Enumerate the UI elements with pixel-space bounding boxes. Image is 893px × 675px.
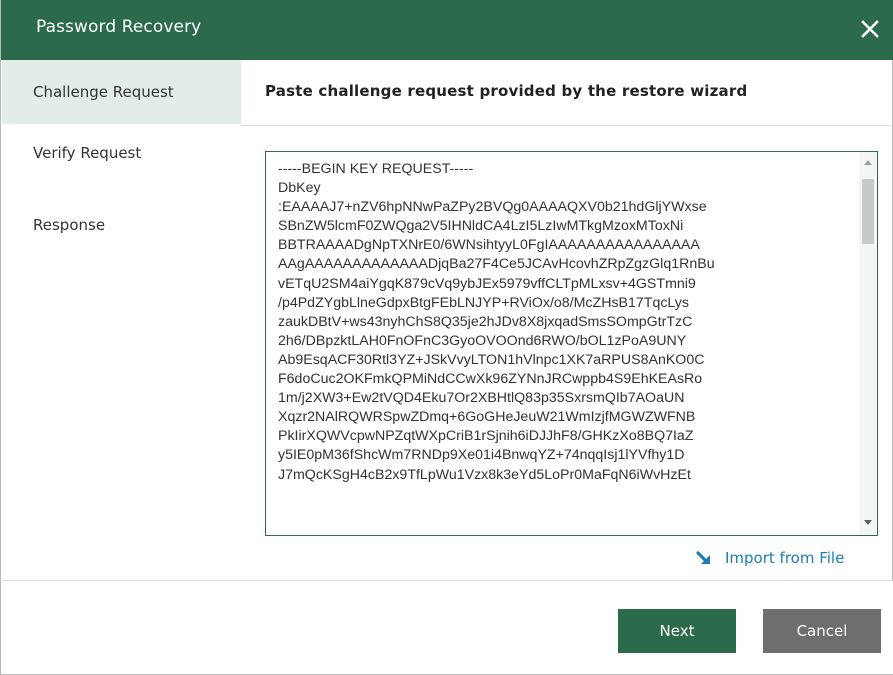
- active-step-indicator: [231, 79, 241, 103]
- sidebar-item-verify-request[interactable]: Verify Request: [2, 144, 241, 162]
- textarea-scrollbar[interactable]: [859, 152, 877, 535]
- scroll-up-arrow-icon[interactable]: [864, 160, 872, 165]
- window-title: Password Recovery: [36, 17, 202, 37]
- challenge-request-text[interactable]: -----BEGIN KEY REQUEST----- DbKey :EAAAA…: [278, 160, 856, 528]
- sidebar-item-label: Response: [33, 216, 106, 234]
- sidebar-item-response[interactable]: Response: [2, 216, 241, 234]
- wizard-steps-sidebar: Challenge Request Verify Request Respons…: [2, 60, 241, 580]
- scroll-thumb[interactable]: [862, 179, 874, 244]
- password-recovery-dialog: Password Recovery Challenge Request Veri…: [0, 0, 893, 675]
- import-arrow-icon: [696, 551, 710, 564]
- page-title: Paste challenge request provided by the …: [265, 82, 748, 100]
- next-button[interactable]: Next: [618, 609, 736, 653]
- sidebar-item-label: Challenge Request: [33, 83, 174, 101]
- step-header: Paste challenge request provided by the …: [241, 60, 893, 126]
- sidebar-item-challenge-request[interactable]: Challenge Request: [2, 60, 241, 124]
- sidebar-item-label: Verify Request: [33, 144, 142, 162]
- scroll-down-arrow-icon[interactable]: [864, 520, 872, 525]
- close-button[interactable]: [854, 12, 886, 46]
- cancel-button[interactable]: Cancel: [763, 609, 881, 653]
- import-from-file-label: Import from File: [725, 549, 845, 567]
- close-icon: [861, 20, 879, 38]
- dialog-footer: Next Cancel: [2, 580, 893, 674]
- title-bar: Password Recovery: [1, 0, 893, 60]
- challenge-request-textarea[interactable]: -----BEGIN KEY REQUEST----- DbKey :EAAAA…: [265, 151, 878, 536]
